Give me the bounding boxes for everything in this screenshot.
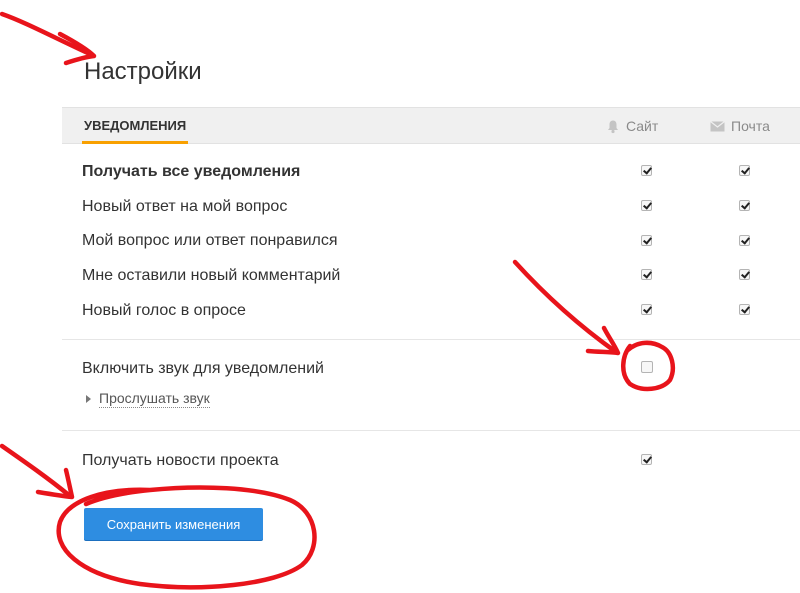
checkbox-comment-site[interactable] (641, 269, 652, 280)
checkbox-liked-mail[interactable] (739, 235, 750, 246)
checkbox-new-answer-mail[interactable] (739, 200, 750, 211)
annotation-arrow-title (0, 11, 95, 58)
tab-notifications[interactable]: УВЕДОМЛЕНИЯ (82, 108, 189, 144)
settings-tabbar: УВЕДОМЛЕНИЯ Сайт Почта (62, 107, 800, 144)
column-header-site: Сайт (606, 108, 658, 144)
checkbox-liked-site[interactable] (641, 235, 652, 246)
row-label-all: Получать все уведомления (82, 163, 301, 180)
envelope-icon (710, 120, 725, 132)
page-title: Настройки (84, 58, 202, 85)
checkbox-poll-vote-site[interactable] (641, 304, 652, 315)
row-label-new-answer: Новый ответ на мой вопрос (82, 198, 288, 215)
row-label-news: Получать новости проекта (82, 452, 279, 469)
row-label-poll-vote: Новый голос в опросе (82, 302, 246, 319)
checkbox-all-site[interactable] (641, 165, 652, 176)
bell-icon (606, 119, 620, 134)
annotation-arrowhead-save (35, 467, 75, 500)
checkbox-sound[interactable] (641, 361, 653, 373)
annotation-overlay (0, 11, 675, 590)
column-mail-label: Почта (731, 118, 770, 134)
checkbox-new-answer-site[interactable] (641, 200, 652, 211)
divider (62, 430, 800, 431)
checkbox-poll-vote-mail[interactable] (739, 304, 750, 315)
row-label-liked: Мой вопрос или ответ понравился (82, 232, 338, 249)
checkbox-news[interactable] (641, 454, 652, 465)
divider (62, 339, 800, 340)
checkbox-all-mail[interactable] (739, 165, 750, 176)
annotation-arrowhead-sound (585, 325, 621, 356)
play-sound-label: Прослушать звук (99, 390, 210, 408)
play-sound-link[interactable]: Прослушать звук (86, 390, 210, 408)
play-triangle-icon (86, 395, 91, 403)
column-header-mail: Почта (710, 108, 770, 144)
row-label-comment: Мне оставили новый комментарий (82, 267, 341, 284)
annotation-arrow-save (0, 443, 73, 499)
checkbox-comment-mail[interactable] (739, 269, 750, 280)
column-site-label: Сайт (626, 118, 659, 134)
row-label-sound: Включить звук для уведомлений (82, 360, 324, 377)
save-button[interactable]: Сохранить изменения (84, 508, 263, 540)
